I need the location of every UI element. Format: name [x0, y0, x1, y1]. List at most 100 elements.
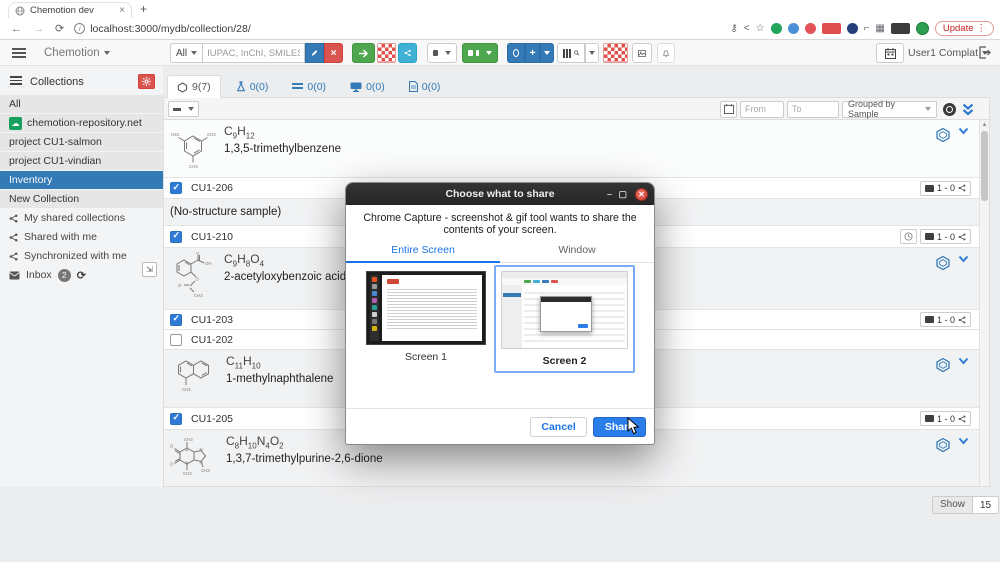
clear-search-button[interactable]: × — [324, 43, 343, 63]
date-from-input[interactable] — [740, 101, 784, 118]
search-scope-dropdown[interactable]: All — [170, 43, 203, 63]
export-button[interactable] — [352, 43, 375, 63]
extension-icon[interactable] — [847, 23, 858, 34]
sample-checkbox[interactable] — [170, 334, 182, 346]
chevron-down-icon[interactable] — [958, 437, 969, 445]
site-info-icon[interactable]: i — [74, 23, 85, 34]
refresh-icon[interactable]: ⟳ — [77, 269, 86, 282]
barcode-search-button[interactable] — [557, 43, 585, 63]
maximize-icon[interactable]: ▢ — [618, 183, 627, 205]
sidebar-item-inventory[interactable]: Inventory — [0, 171, 163, 189]
sidebar-item-all[interactable]: All — [0, 95, 163, 113]
analyses-badge[interactable]: 1 - 0 — [920, 411, 971, 426]
sidebar-item-project-salmon[interactable]: project CU1-salmon — [0, 133, 163, 151]
tab-wellplates[interactable]: 0(0) — [283, 75, 335, 98]
update-button[interactable]: Update⋮ — [935, 21, 994, 36]
extension-icon[interactable] — [805, 23, 816, 34]
per-page-input[interactable] — [973, 496, 999, 514]
tab-close-icon[interactable]: × — [119, 6, 125, 16]
share-element-button[interactable] — [398, 43, 417, 63]
molecule-hexagon-icon[interactable] — [935, 255, 951, 271]
tab-screens[interactable]: 0(0) — [341, 75, 394, 98]
sidebar-link-shared-with-me[interactable]: Shared with me — [0, 228, 163, 246]
collapse-all-icon[interactable] — [961, 103, 975, 116]
sample-checkbox[interactable] — [170, 314, 182, 326]
analyses-badge[interactable]: 1 - 0 — [920, 229, 971, 244]
sample-checkbox[interactable] — [170, 182, 182, 194]
omnibox[interactable]: i localhost:3000/mydb/collection/28/ — [74, 23, 251, 35]
sample-checkbox[interactable] — [170, 413, 182, 425]
images-button[interactable] — [632, 43, 652, 63]
close-icon[interactable]: ✕ — [635, 188, 648, 201]
extension-icon[interactable] — [788, 23, 799, 34]
extensions-puzzle-icon[interactable]: ▦ — [875, 23, 884, 34]
clock-icon-button[interactable] — [900, 229, 917, 244]
menu-icon[interactable] — [12, 48, 26, 60]
logout-icon[interactable] — [978, 46, 991, 59]
sidebar-item-new-collection[interactable]: New Collection — [0, 190, 163, 208]
molecule-row[interactable]: H3CCH3CH3 C9H12 1,3,5-trimethylbenzene — [164, 120, 979, 178]
key-icon[interactable]: ⚷ — [730, 23, 737, 34]
molecule-hexagon-icon[interactable] — [935, 127, 951, 143]
tab-reactions[interactable]: 0(0) — [227, 75, 278, 98]
cancel-button[interactable]: Cancel — [530, 417, 586, 437]
dialog-titlebar[interactable]: Choose what to share – ▢ ✕ — [346, 183, 654, 205]
minimize-icon[interactable]: – — [607, 183, 612, 205]
scroll-up-icon[interactable]: ▲ — [980, 120, 989, 130]
tab-window[interactable]: Window — [500, 244, 654, 263]
group-by-select[interactable]: Grouped by Sample — [842, 101, 937, 118]
create-dropdown[interactable] — [540, 43, 554, 63]
create-element-button[interactable]: + — [525, 43, 540, 63]
sidebar-item-project-vindian[interactable]: project CU1-vindian — [0, 152, 163, 170]
scrollbar[interactable]: ▲ — [979, 120, 989, 486]
barcode-dropdown[interactable] — [585, 43, 599, 63]
sidebar-link-my-shared[interactable]: My shared collections — [0, 209, 163, 227]
bookmark-star-icon[interactable]: ☆ — [756, 23, 765, 34]
brand-menu[interactable]: Chemotion — [44, 43, 110, 63]
collections-settings-button[interactable] — [138, 74, 155, 89]
date-to-input[interactable] — [787, 101, 839, 118]
collections-menu-icon[interactable] — [10, 76, 22, 87]
molecule-hexagon-icon[interactable] — [935, 437, 951, 453]
screen-1-thumbnail[interactable] — [366, 271, 486, 345]
create-scan-button[interactable] — [507, 43, 525, 63]
layout-dropdown[interactable] — [427, 43, 457, 63]
search-input[interactable] — [203, 43, 305, 63]
chevron-down-icon[interactable] — [958, 127, 969, 135]
select-all-dropdown[interactable] — [168, 101, 199, 117]
sync-status-icon[interactable] — [943, 103, 956, 116]
sidebar-inbox[interactable]: Inbox 2 ⟳ — [0, 266, 163, 284]
share-icon[interactable]: < — [744, 23, 750, 34]
molecule-hexagon-icon[interactable] — [935, 357, 951, 373]
browser-menu-icon[interactable]: ⋮ — [977, 23, 987, 34]
chevron-down-icon[interactable] — [958, 357, 969, 365]
user-menu[interactable]: User1 Complat — [908, 43, 988, 63]
sidebar-item-repository[interactable]: ☁chemotion-repository.net — [0, 114, 163, 132]
expand-sidebar-button[interactable]: ⇲ — [142, 262, 157, 277]
scrollbar-thumb[interactable] — [981, 131, 988, 201]
analyses-badge[interactable]: 1 - 0 — [920, 312, 971, 327]
tab-research-plans[interactable]: 0(0) — [400, 75, 450, 98]
profile-avatar[interactable] — [916, 22, 929, 35]
url-text[interactable]: localhost:3000/mydb/collection/28/ — [90, 23, 251, 35]
notifications-button[interactable] — [657, 43, 675, 63]
tab-entire-screen[interactable]: Entire Screen — [346, 244, 500, 263]
capture-crop-icon[interactable]: ⌐ — [864, 23, 870, 34]
structure-search-button[interactable] — [305, 43, 324, 63]
sample-checkbox[interactable] — [170, 231, 182, 243]
sidebar-link-synchronized[interactable]: Synchronized with me — [0, 247, 163, 265]
screen-2-thumbnail[interactable]: Screen 2 — [494, 265, 635, 373]
extension-icon[interactable] — [771, 23, 782, 34]
back-icon[interactable]: ← — [11, 23, 22, 35]
analyses-badge[interactable]: 1 - 0 — [920, 181, 971, 196]
calendar-button[interactable] — [876, 43, 904, 63]
browser-tab[interactable]: Chemotion dev × — [8, 2, 132, 18]
chevron-down-icon[interactable] — [958, 255, 969, 263]
extension-icon[interactable] — [891, 23, 910, 34]
reload-icon[interactable]: ⟳ — [55, 22, 64, 35]
forward-icon[interactable]: → — [33, 23, 44, 35]
date-filter-button[interactable] — [720, 101, 737, 118]
bulk-edit-dropdown[interactable] — [462, 43, 498, 63]
show-button[interactable]: Show — [932, 496, 973, 514]
extension-icon[interactable] — [822, 23, 841, 34]
